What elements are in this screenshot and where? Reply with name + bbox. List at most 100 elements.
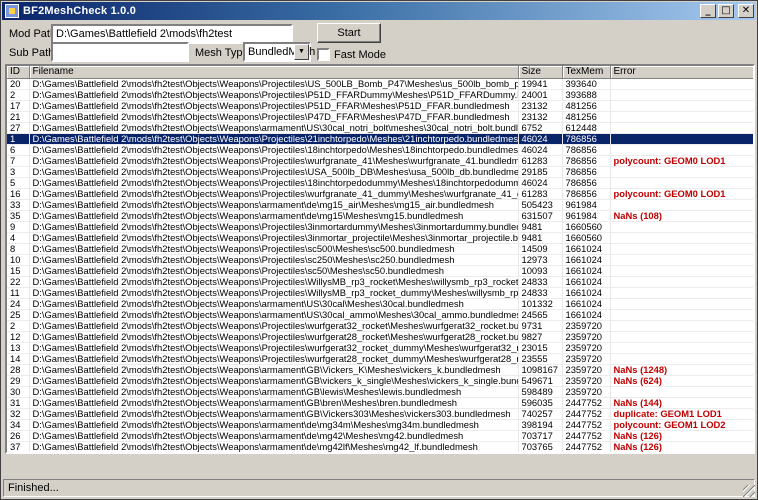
cell-texmem: 1661024	[562, 287, 611, 299]
cell-error	[610, 243, 753, 255]
title-bar: BF2MeshCheck 1.0.0 _ □ ✕	[2, 2, 756, 20]
cell-size: 864778	[518, 452, 562, 454]
table-row[interactable]: 7 D:\Games\Battlefield 2\mods\fh2test\Obj…	[7, 155, 753, 167]
table-row[interactable]: 2 D:\Games\Battlefield 2\mods\fh2test\Obj…	[7, 320, 753, 332]
mesh-type-select[interactable]: BundledMesh ▼	[243, 42, 315, 62]
table-row[interactable]: 16 D:\Games\Battlefield 2\mods\fh2test\Ob…	[7, 188, 753, 200]
cell-error	[610, 386, 753, 398]
cell-texmem: 2447752	[562, 441, 611, 452]
table-row[interactable]: 12 D:\Games\Battlefield 2\mods\fh2test\Ob…	[7, 331, 753, 343]
cell-id: 12	[7, 331, 30, 343]
table-row[interactable]: 10 D:\Games\Battlefield 2\mods\fh2test\Ob…	[7, 254, 753, 266]
maximize-button[interactable]: □	[718, 4, 734, 18]
cell-texmem: 786856	[562, 133, 611, 145]
minimize-button[interactable]: _	[700, 4, 716, 18]
cell-size: 19941	[518, 78, 563, 90]
cell-size: 24833	[518, 276, 563, 288]
cell-size: 703717	[518, 430, 563, 442]
table-row[interactable]: 14 D:\Games\Battlefield 2\mods\fh2test\Ob…	[7, 353, 753, 365]
cell-size: 46024	[518, 177, 563, 189]
table-row[interactable]: 1 D:\Games\Battlefield 2\mods\fh2test\Obj…	[7, 133, 753, 145]
sub-path-input[interactable]	[51, 42, 189, 62]
column-header-size[interactable]: Size	[518, 66, 563, 79]
table-row[interactable]: 21 D:\Games\Battlefield 2\mods\fh2test\Ob…	[7, 111, 753, 123]
cell-texmem: 2359720	[562, 364, 611, 376]
column-header-error[interactable]: Error	[610, 66, 753, 79]
start-button[interactable]: Start	[317, 23, 381, 43]
cell-size: 9731	[518, 320, 563, 332]
table-row[interactable]: 23D:\Games\Battlefield 2\mods\fh2test\Ob…	[7, 452, 753, 454]
cell-error	[610, 78, 753, 90]
cell-filename: D:\Games\Battlefield 2\mods\fh2test\Obje…	[29, 309, 519, 321]
cell-texmem: 786856	[562, 144, 611, 156]
cell-id: 26	[7, 430, 30, 442]
header-row: ID Filename Size TexMem Error	[7, 66, 753, 79]
cell-filename: D:\Games\Battlefield 2\mods\fh2test\Obje…	[29, 199, 519, 211]
table-row[interactable]: 35 D:\Games\Battlefield 2\mods\fh2test\Ob…	[7, 210, 753, 222]
table-row[interactable]: 28 D:\Games\Battlefield 2\mods\fh2test\Ob…	[7, 364, 753, 376]
table-row[interactable]: 6 D:\Games\Battlefield 2\mods\fh2test\Obj…	[7, 144, 753, 156]
cell-texmem: 2359720	[562, 342, 611, 354]
cell-id: 20	[7, 78, 30, 90]
cell-size: 703765	[518, 441, 563, 452]
cell-error: polycount: GEOM0 LOD1	[610, 155, 753, 167]
cell-size: 23015	[518, 342, 563, 354]
table-row[interactable]: 32 D:\Games\Battlefield 2\mods\fh2test\Ob…	[7, 408, 753, 420]
cell-error	[610, 232, 753, 244]
table-row[interactable]: 26 D:\Games\Battlefield 2\mods\fh2test\Ob…	[7, 430, 753, 442]
close-button[interactable]: ✕	[738, 4, 754, 18]
table-row[interactable]: 2 D:\Games\Battlefield 2\mods\fh2test\Obj…	[7, 89, 753, 101]
table-row[interactable]: 11 D:\Games\Battlefield 2\mods\fh2test\Ob…	[7, 287, 753, 299]
table-row[interactable]: 24 D:\Games\Battlefield 2\mods\fh2test\Ob…	[7, 298, 753, 310]
table-row[interactable]: 9 D:\Games\Battlefield 2\mods\fh2test\Obj…	[7, 221, 753, 233]
table-row[interactable]: 25 D:\Games\Battlefield 2\mods\fh2test\Ob…	[7, 309, 753, 321]
cell-texmem: 2447752	[562, 408, 611, 420]
resize-grip-icon[interactable]	[743, 485, 755, 497]
cell-texmem: 961984	[562, 199, 611, 211]
cell-error: polycount: GEOM0 LOD1	[610, 188, 753, 200]
table-row[interactable]: 30 D:\Games\Battlefield 2\mods\fh2test\Ob…	[7, 386, 753, 398]
cell-error	[610, 177, 753, 189]
table-row[interactable]: 4 D:\Games\Battlefield 2\mods\fh2test\Obj…	[7, 232, 753, 244]
table-row[interactable]: 37 D:\Games\Battlefield 2\mods\fh2test\Ob…	[7, 441, 753, 452]
cell-size: 598489	[518, 386, 563, 398]
grid-body: 20 D:\Games\Battlefield 2\mods\fh2test\Ob…	[7, 78, 753, 454]
table-row[interactable]: 33 D:\Games\Battlefield 2\mods\fh2test\Ob…	[7, 199, 753, 211]
column-header-filename[interactable]: Filename	[29, 66, 519, 79]
cell-error	[610, 100, 753, 112]
cell-error	[610, 199, 753, 211]
table-row[interactable]: 27 D:\Games\Battlefield 2\mods\fh2test\Ob…	[7, 122, 753, 134]
table-row[interactable]: 17 D:\Games\Battlefield 2\mods\fh2test\Ob…	[7, 100, 753, 112]
table-row[interactable]: 20 D:\Games\Battlefield 2\mods\fh2test\Ob…	[7, 78, 753, 90]
table-row[interactable]: 22 D:\Games\Battlefield 2\mods\fh2test\Ob…	[7, 276, 753, 288]
column-header-texmem[interactable]: TexMem	[562, 66, 611, 79]
cell-texmem: 786856	[562, 188, 611, 200]
table-row[interactable]: 13 D:\Games\Battlefield 2\mods\fh2test\Ob…	[7, 342, 753, 354]
fast-mode-checkbox[interactable]	[317, 48, 330, 61]
cell-texmem: 1661024	[562, 243, 611, 255]
table-row[interactable]: 31 D:\Games\Battlefield 2\mods\fh2test\Ob…	[7, 397, 753, 409]
table-row[interactable]: 34 D:\Games\Battlefield 2\mods\fh2test\Ob…	[7, 419, 753, 431]
results-grid[interactable]: ID Filename Size TexMem Error 20 D:\Games…	[5, 64, 755, 454]
table-row[interactable]: 15 D:\Games\Battlefield 2\mods\fh2test\Ob…	[7, 265, 753, 277]
cell-texmem: 1661024	[562, 254, 611, 266]
table-row[interactable]: 8 D:\Games\Battlefield 2\mods\fh2test\Obj…	[7, 243, 753, 255]
cell-filename: D:\Games\Battlefield 2\mods\fh2test\Obje…	[29, 320, 519, 332]
cell-filename: D:\Games\Battlefield 2\mods\fh2test\Obje…	[29, 122, 519, 134]
column-header-id[interactable]: ID	[7, 66, 30, 79]
cell-filename: D:\Games\Battlefield 2\mods\fh2test\Obje…	[29, 298, 519, 310]
cell-error: NaNs (126)	[610, 430, 753, 442]
cell-id: 17	[7, 100, 30, 112]
mod-path-input[interactable]: D:\Games\Battlefield 2\mods\fh2test	[51, 24, 293, 44]
cell-filename: D:\Games\Battlefield 2\mods\fh2test\Obje…	[29, 386, 519, 398]
cell-texmem: 481256	[562, 100, 611, 112]
table-row[interactable]: 5 D:\Games\Battlefield 2\mods\fh2test\Obj…	[7, 177, 753, 189]
cell-id: 32	[7, 408, 30, 420]
table-row[interactable]: 29 D:\Games\Battlefield 2\mods\fh2test\Ob…	[7, 375, 753, 387]
cell-size: 23132	[518, 100, 563, 112]
cell-id: 37	[7, 441, 30, 452]
table-row[interactable]: 3 D:\Games\Battlefield 2\mods\fh2test\Obj…	[7, 166, 753, 178]
chevron-down-icon[interactable]: ▼	[294, 44, 309, 60]
app-icon	[5, 4, 19, 18]
cell-filename: D:\Games\Battlefield 2\mods\fh2test\Obje…	[29, 419, 519, 431]
